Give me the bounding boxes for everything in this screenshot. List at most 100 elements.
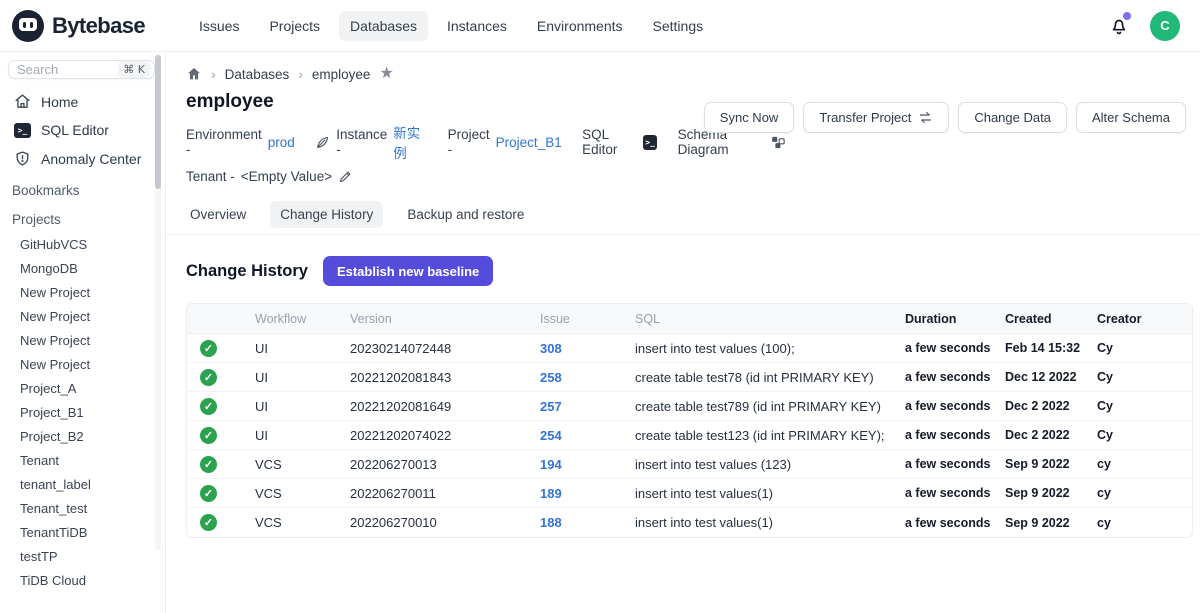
tab-overview[interactable]: Overview: [180, 201, 256, 228]
sidebar: ⌘ K Home >_ SQL Editor Anomaly Cent: [0, 52, 166, 613]
sql-editor-icon[interactable]: >_: [643, 135, 657, 150]
user-avatar[interactable]: C: [1150, 11, 1180, 41]
cell-version: 20221202074022: [350, 428, 540, 443]
cell-duration: a few seconds: [905, 370, 1005, 384]
cell-duration: a few seconds: [905, 399, 1005, 413]
sidebar-item-sql-editor[interactable]: >_ SQL Editor: [0, 116, 165, 144]
notification-bell-icon[interactable]: [1108, 15, 1130, 37]
sidebar-project-new-project-4[interactable]: New Project: [20, 353, 165, 377]
issue-link[interactable]: 257: [540, 399, 562, 414]
breadcrumb-databases[interactable]: Databases: [225, 67, 290, 82]
table-row[interactable]: ✓ UI 20221202081649 257 create table tes…: [187, 392, 1192, 421]
sidebar-item-label: Anomaly Center: [41, 151, 141, 167]
table-row[interactable]: ✓ VCS 202206270013 194 insert into test …: [187, 450, 1192, 479]
nav-item-instances[interactable]: Instances: [436, 11, 518, 41]
search-input[interactable]: [17, 62, 101, 77]
issue-link[interactable]: 258: [540, 370, 562, 385]
tab-backup-restore[interactable]: Backup and restore: [397, 201, 534, 228]
sidebar-section-bookmarks[interactable]: Bookmarks: [0, 173, 165, 202]
success-check-icon: ✓: [200, 369, 217, 386]
cell-version: 202206270010: [350, 515, 540, 530]
issue-link[interactable]: 188: [540, 515, 562, 530]
button-label: Change Data: [974, 110, 1051, 125]
table-row[interactable]: ✓ UI 20221202081843 258 create table tes…: [187, 363, 1192, 392]
bookmark-star-icon[interactable]: ★: [379, 66, 393, 82]
tab-change-history[interactable]: Change History: [270, 201, 383, 228]
sidebar-item-archive[interactable]: Archive: [0, 603, 165, 613]
nav-item-settings[interactable]: Settings: [642, 11, 715, 41]
issue-link[interactable]: 194: [540, 457, 562, 472]
sidebar-project-new-project-3[interactable]: New Project: [20, 329, 165, 353]
establish-baseline-button[interactable]: Establish new baseline: [323, 256, 493, 286]
nav-item-projects[interactable]: Projects: [258, 11, 331, 41]
bytebase-logo-icon: [12, 10, 44, 42]
cell-version: 202206270013: [350, 457, 540, 472]
edit-pencil-icon[interactable]: [338, 169, 353, 184]
cell-sql: create table test789 (id int PRIMARY KEY…: [635, 399, 905, 414]
success-check-icon: ✓: [200, 456, 217, 473]
sidebar-section-projects[interactable]: Projects: [0, 202, 165, 231]
table-row[interactable]: ✓ VCS 202206270010 188 insert into test …: [187, 508, 1192, 537]
cell-workflow: VCS: [255, 515, 350, 530]
main-nav: Issues Projects Databases Instances Envi…: [188, 11, 714, 41]
breadcrumb-employee[interactable]: employee: [312, 67, 371, 82]
cell-created: Sep 9 2022: [1005, 516, 1097, 530]
nav-item-issues[interactable]: Issues: [188, 11, 250, 41]
issue-link[interactable]: 308: [540, 341, 562, 356]
cell-creator: Cy: [1097, 341, 1192, 355]
cell-creator: Cy: [1097, 370, 1192, 384]
nav-item-environments[interactable]: Environments: [526, 11, 634, 41]
sidebar-project-githubvcs[interactable]: GitHubVCS: [20, 233, 165, 257]
home-icon: [14, 93, 31, 110]
sidebar-project-project-b2[interactable]: Project_B2: [20, 425, 165, 449]
sidebar-project-new-project-2[interactable]: New Project: [20, 305, 165, 329]
sidebar-project-tenanttidb[interactable]: TenantTiDB: [20, 521, 165, 545]
button-label: Sync Now: [720, 110, 779, 125]
search-box[interactable]: ⌘ K: [8, 60, 155, 79]
cell-created: Sep 9 2022: [1005, 486, 1097, 500]
notification-dot: [1123, 12, 1131, 20]
project-link[interactable]: Project_B1: [496, 135, 562, 150]
instance-link[interactable]: 新实例: [393, 122, 427, 162]
cell-workflow: UI: [255, 428, 350, 443]
alter-schema-button[interactable]: Alter Schema: [1076, 102, 1186, 133]
cell-sql: insert into test values (100);: [635, 341, 905, 356]
sidebar-project-tenant[interactable]: Tenant: [20, 449, 165, 473]
success-check-icon: ✓: [200, 514, 217, 531]
sidebar-project-project-a[interactable]: Project_A: [20, 377, 165, 401]
issue-link[interactable]: 189: [540, 486, 562, 501]
success-check-icon: ✓: [200, 398, 217, 415]
sidebar-project-mongodb[interactable]: MongoDB: [20, 257, 165, 281]
sidebar-project-tenant-test[interactable]: Tenant_test: [20, 497, 165, 521]
cell-duration: a few seconds: [905, 516, 1005, 530]
breadcrumb-home-icon[interactable]: [186, 66, 202, 82]
sidebar-scrollbar-thumb[interactable]: [155, 55, 161, 189]
transfer-arrows-icon: [918, 110, 933, 125]
sidebar-item-anomaly-center[interactable]: Anomaly Center: [0, 144, 165, 173]
sidebar-project-project-b1[interactable]: Project_B1: [20, 401, 165, 425]
environment-link[interactable]: prod: [268, 135, 295, 150]
sidebar-project-testtp[interactable]: testTP: [20, 545, 165, 569]
transfer-project-button[interactable]: Transfer Project: [803, 102, 949, 133]
cell-creator: cy: [1097, 516, 1192, 530]
table-row[interactable]: ✓ VCS 202206270011 189 insert into test …: [187, 479, 1192, 508]
project-list: GitHubVCS MongoDB New Project New Projec…: [0, 231, 165, 593]
col-duration: Duration: [905, 312, 1005, 326]
success-check-icon: ✓: [200, 340, 217, 357]
table-row[interactable]: ✓ UI 20230214072448 308 insert into test…: [187, 334, 1192, 363]
sidebar-project-tenant-label[interactable]: tenant_label: [20, 473, 165, 497]
cell-version: 20221202081649: [350, 399, 540, 414]
cell-creator: cy: [1097, 486, 1192, 500]
sync-now-button[interactable]: Sync Now: [704, 102, 795, 133]
issue-link[interactable]: 254: [540, 428, 562, 443]
schema-diagram-icon[interactable]: [771, 135, 786, 150]
change-data-button[interactable]: Change Data: [958, 102, 1067, 133]
sidebar-project-tidb-cloud[interactable]: TiDB Cloud: [20, 569, 165, 593]
cell-version: 20230214072448: [350, 341, 540, 356]
sidebar-item-home[interactable]: Home: [0, 87, 165, 116]
top-navbar: Bytebase Issues Projects Databases Insta…: [0, 0, 1200, 52]
bytebase-logo[interactable]: Bytebase: [12, 10, 180, 42]
table-row[interactable]: ✓ UI 20221202074022 254 create table tes…: [187, 421, 1192, 450]
nav-item-databases[interactable]: Databases: [339, 11, 428, 41]
sidebar-project-new-project-1[interactable]: New Project: [20, 281, 165, 305]
